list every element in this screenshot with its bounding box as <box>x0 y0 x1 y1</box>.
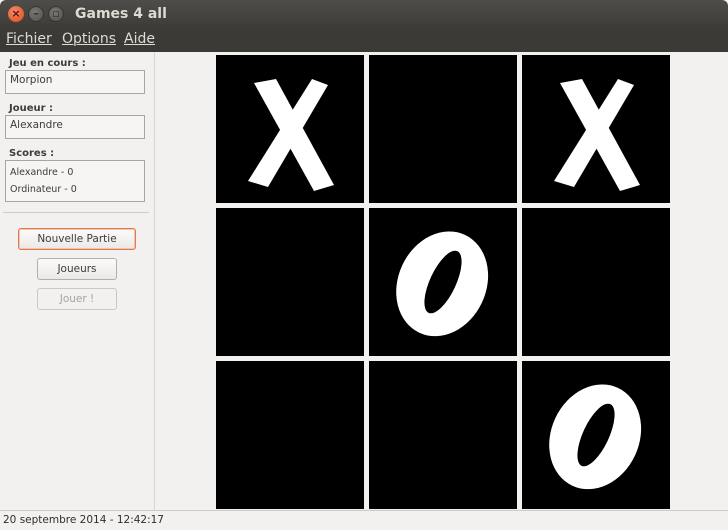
sidebar: Jeu en cours : Morpion Joueur : Alexandr… <box>0 52 155 510</box>
new-game-button[interactable]: Nouvelle Partie <box>18 228 136 250</box>
board-cell-9[interactable] <box>522 361 670 509</box>
board-cell-4[interactable] <box>216 208 364 356</box>
menu-fichier[interactable]: Fichier <box>6 31 52 47</box>
current-game-field: Morpion <box>5 70 145 94</box>
sidebar-divider <box>3 212 149 213</box>
o-mark-icon <box>549 384 642 490</box>
status-bar: 20 septembre 2014 - 12:42:17 <box>0 510 728 530</box>
scores-box: Alexandre - 0 Ordinateur - 0 <box>5 160 145 202</box>
menu-aide[interactable]: Aide <box>124 31 155 47</box>
close-window-button[interactable]: × <box>8 6 24 22</box>
minimize-window-button[interactable]: – <box>28 6 44 22</box>
window-title: Games 4 all <box>75 6 167 22</box>
menu-options[interactable]: Options <box>62 31 116 47</box>
score-line-player: Alexandre - 0 <box>10 167 74 178</box>
player-label: Joueur : <box>9 103 54 114</box>
scores-label: Scores : <box>9 148 55 159</box>
board-cell-3[interactable] <box>522 55 670 203</box>
game-board <box>155 52 728 510</box>
x-mark-icon <box>248 79 334 191</box>
maximize-window-button[interactable]: ▫ <box>48 6 64 22</box>
play-button[interactable]: Jouer ! <box>37 288 117 310</box>
current-game-label: Jeu en cours : <box>9 58 86 69</box>
status-datetime: 20 septembre 2014 - 12:42:17 <box>3 514 164 526</box>
board-cell-1[interactable] <box>216 55 364 203</box>
title-bar: × – ▫ Games 4 all <box>0 0 728 29</box>
menu-bar: Fichier Options Aide <box>0 29 728 52</box>
score-line-computer: Ordinateur - 0 <box>10 184 77 195</box>
x-mark-icon <box>554 79 640 191</box>
board-cell-5[interactable] <box>369 208 517 356</box>
players-button[interactable]: Joueurs <box>37 258 117 280</box>
board-cell-2[interactable] <box>369 55 517 203</box>
board-cell-7[interactable] <box>216 361 364 509</box>
app-window: × – ▫ Games 4 all Fichier Options Aide J… <box>0 0 728 530</box>
board-cell-8[interactable] <box>369 361 517 509</box>
o-mark-icon <box>396 231 489 337</box>
player-field: Alexandre <box>5 115 145 139</box>
board-cell-6[interactable] <box>522 208 670 356</box>
